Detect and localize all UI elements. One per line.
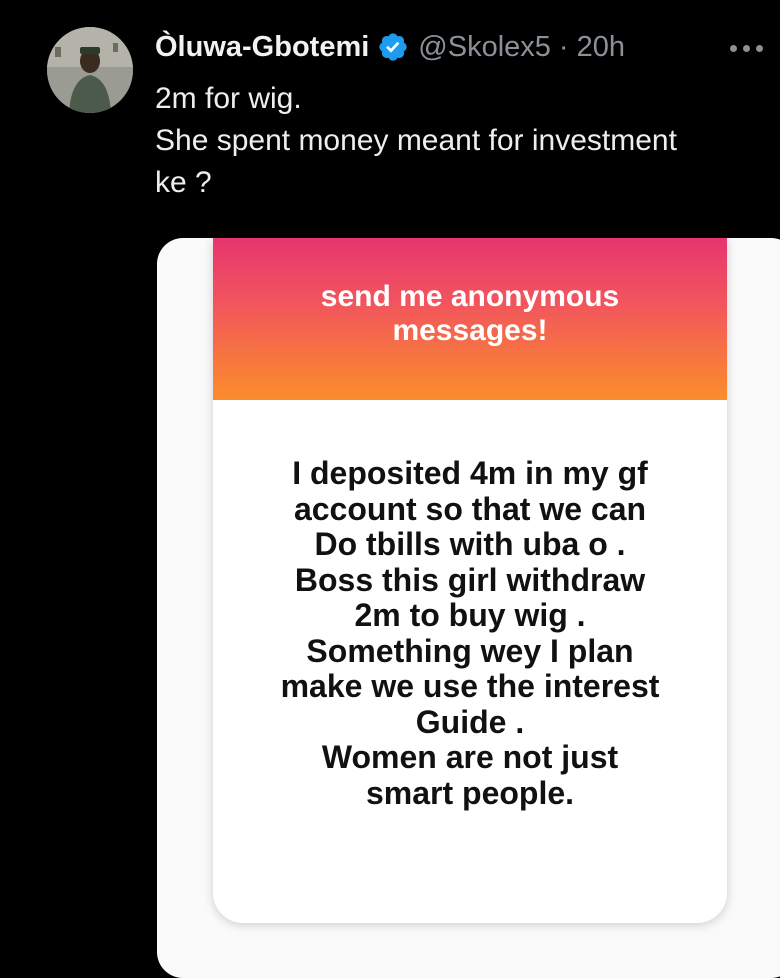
tweet-text-line: 2m for wig.	[155, 82, 302, 115]
tweet-media-image[interactable]: send me anonymous messages! I deposited …	[157, 238, 780, 978]
anonymous-message: I deposited 4m in my gf account so that …	[213, 455, 727, 811]
message-line: Do tbills with uba o .	[314, 526, 626, 562]
message-line: account so that we can	[293, 490, 647, 527]
message-line: smart people.	[365, 774, 575, 811]
story-question-card: send me anonymous messages! I deposited …	[213, 238, 727, 923]
avatar[interactable]	[47, 27, 133, 113]
tweet-text-line: ke ?	[155, 166, 212, 199]
verified-badge-icon	[377, 31, 409, 63]
card-header: send me anonymous messages!	[213, 238, 727, 400]
display-name[interactable]: Òluwa-Gbotemi	[155, 31, 369, 64]
tweet-text: 2m for wig. She spent money meant for in…	[155, 78, 780, 204]
message-line: 2m to buy wig .	[354, 597, 586, 633]
message-line: Boss this girl withdraw	[294, 561, 646, 598]
timestamp[interactable]: 20h	[577, 31, 625, 64]
tweet-header: Òluwa-Gbotemi @Skolex5 · 20h	[155, 24, 625, 70]
message-line: make we use the interest	[280, 668, 660, 704]
user-handle[interactable]: @Skolex5	[418, 31, 551, 64]
separator-dot: ·	[558, 30, 569, 63]
more-options-icon[interactable]	[730, 28, 780, 68]
message-line: Guide .	[415, 703, 525, 740]
message-line: Something wey I plan	[306, 632, 634, 669]
profile-photo	[47, 27, 133, 113]
message-line: Women are not just	[321, 739, 619, 775]
card-title: send me anonymous messages!	[320, 280, 620, 347]
message-line: I deposited 4m in my gf	[292, 455, 648, 491]
tweet-text-line: She spent money meant for investment	[155, 124, 677, 157]
